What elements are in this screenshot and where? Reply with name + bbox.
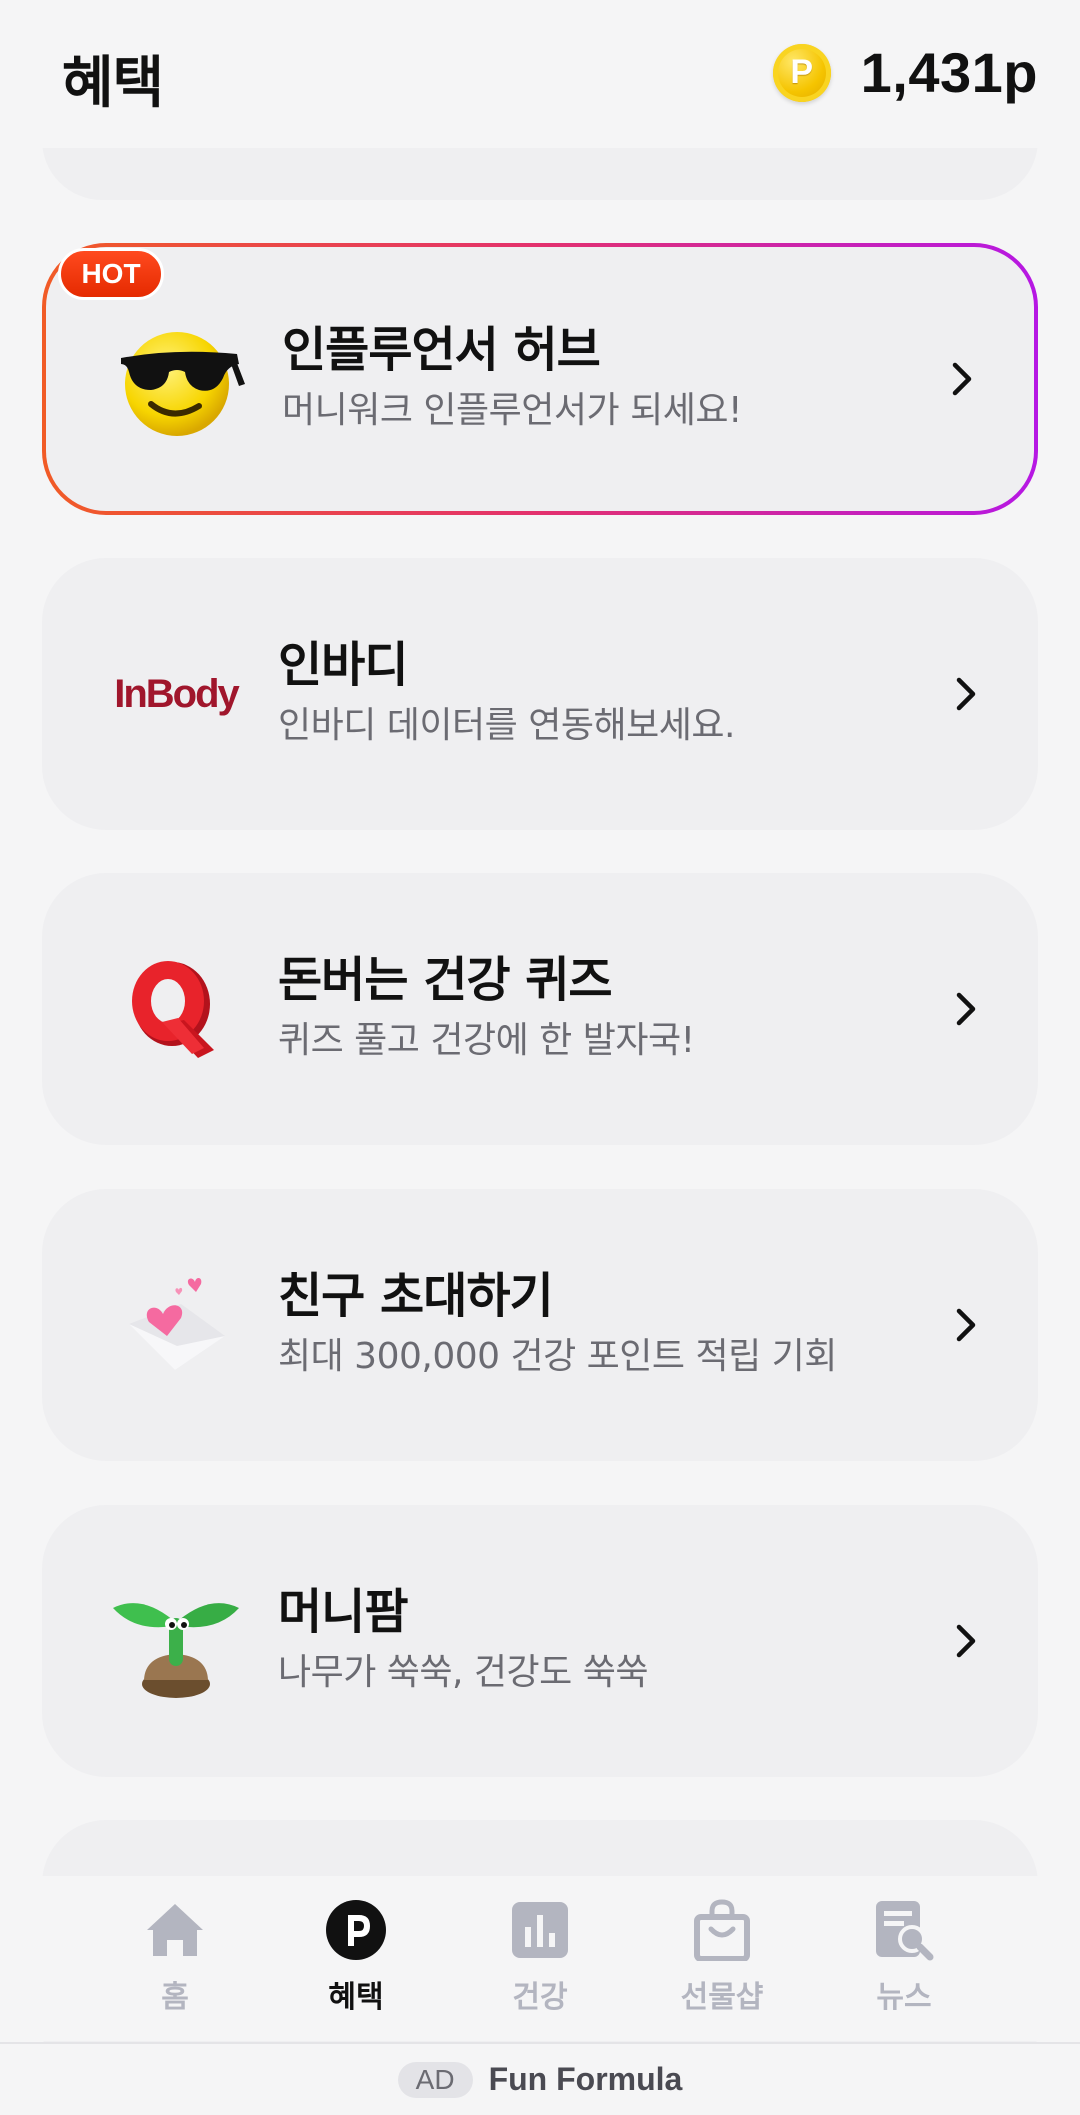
points-value: 1,431p	[860, 41, 1038, 104]
page-title: 혜택	[62, 51, 164, 116]
app-header: 혜택 P 1,431p	[0, 0, 1080, 148]
hot-badge: HOT	[58, 248, 164, 300]
card-title: 인바디	[278, 637, 408, 693]
tab-gift-shop[interactable]: 선물샵	[652, 1898, 792, 2016]
tab-health[interactable]: 건강	[470, 1898, 610, 2016]
card-subtitle: 최대 300,000 건강 포인트 적립 기회	[278, 1336, 837, 1377]
chevron-right-icon	[956, 1624, 976, 1658]
tab-home[interactable]: 홈	[105, 1898, 245, 2016]
sprout-icon	[106, 1571, 246, 1711]
card-title: 친구 초대하기	[278, 1268, 554, 1324]
tab-benefits[interactable]: 혜택	[286, 1898, 426, 2016]
ad-banner[interactable]: AD Fun Formula	[0, 2042, 1080, 2115]
points-icon	[324, 1898, 388, 1962]
card-subtitle: 머니워크 인플루언서가 되세요!	[282, 390, 742, 431]
tab-label: 혜택	[328, 1980, 384, 2015]
chevron-right-icon	[956, 992, 976, 1026]
home-icon	[143, 1898, 207, 1962]
tab-label: 건강	[512, 1980, 568, 2015]
ad-text: Fun Formula	[488, 2061, 683, 2097]
tab-news[interactable]: 뉴스	[834, 1898, 974, 2016]
tab-label: 홈	[161, 1980, 189, 2015]
heart-envelope-icon	[106, 1255, 246, 1395]
points-balance[interactable]: P 1,431p	[772, 40, 1038, 105]
bottom-tab-bar: 홈 혜택 건강 선물샵 뉴스	[0, 1876, 1080, 2041]
card-title: 인플루언서 허브	[282, 322, 601, 378]
sunglasses-emoji-icon	[110, 309, 250, 449]
inbody-logo: InBody	[114, 671, 240, 716]
quiz-q-icon	[106, 939, 246, 1079]
ad-tag: AD	[397, 2061, 473, 2098]
tab-label: 뉴스	[876, 1980, 932, 2015]
news-search-icon	[872, 1898, 936, 1962]
card-invite-friends[interactable]: 친구 초대하기 최대 300,000 건강 포인트 적립 기회	[42, 1189, 1038, 1461]
card-subtitle: 나무가 쑥쑥, 건강도 쑥쑥	[278, 1652, 648, 1693]
card-health-quiz[interactable]: 돈버는 건강 퀴즈 퀴즈 풀고 건강에 한 발자국!	[42, 873, 1038, 1145]
card-influencer-hub[interactable]: 인플루언서 허브 머니워크 인플루언서가 되세요!	[42, 243, 1038, 515]
tab-label: 선물샵	[680, 1980, 764, 2015]
shopping-bag-icon	[690, 1898, 754, 1962]
card-title: 돈버는 건강 퀴즈	[278, 952, 613, 1008]
chevron-right-icon	[956, 1308, 976, 1342]
card-subtitle: 퀴즈 풀고 건강에 한 발자국!	[278, 1020, 695, 1061]
chevron-right-icon	[952, 362, 972, 396]
card-inbody[interactable]: InBody 인바디 인바디 데이터를 연동해보세요.	[42, 558, 1038, 830]
chart-icon	[508, 1898, 572, 1962]
card-title: 머니팜	[278, 1584, 408, 1640]
coin-icon: P	[772, 43, 831, 102]
card-subtitle: 인바디 데이터를 연동해보세요.	[278, 705, 735, 746]
chevron-right-icon	[956, 677, 976, 711]
card-money-farm[interactable]: 머니팜 나무가 쑥쑥, 건강도 쑥쑥	[42, 1505, 1038, 1777]
